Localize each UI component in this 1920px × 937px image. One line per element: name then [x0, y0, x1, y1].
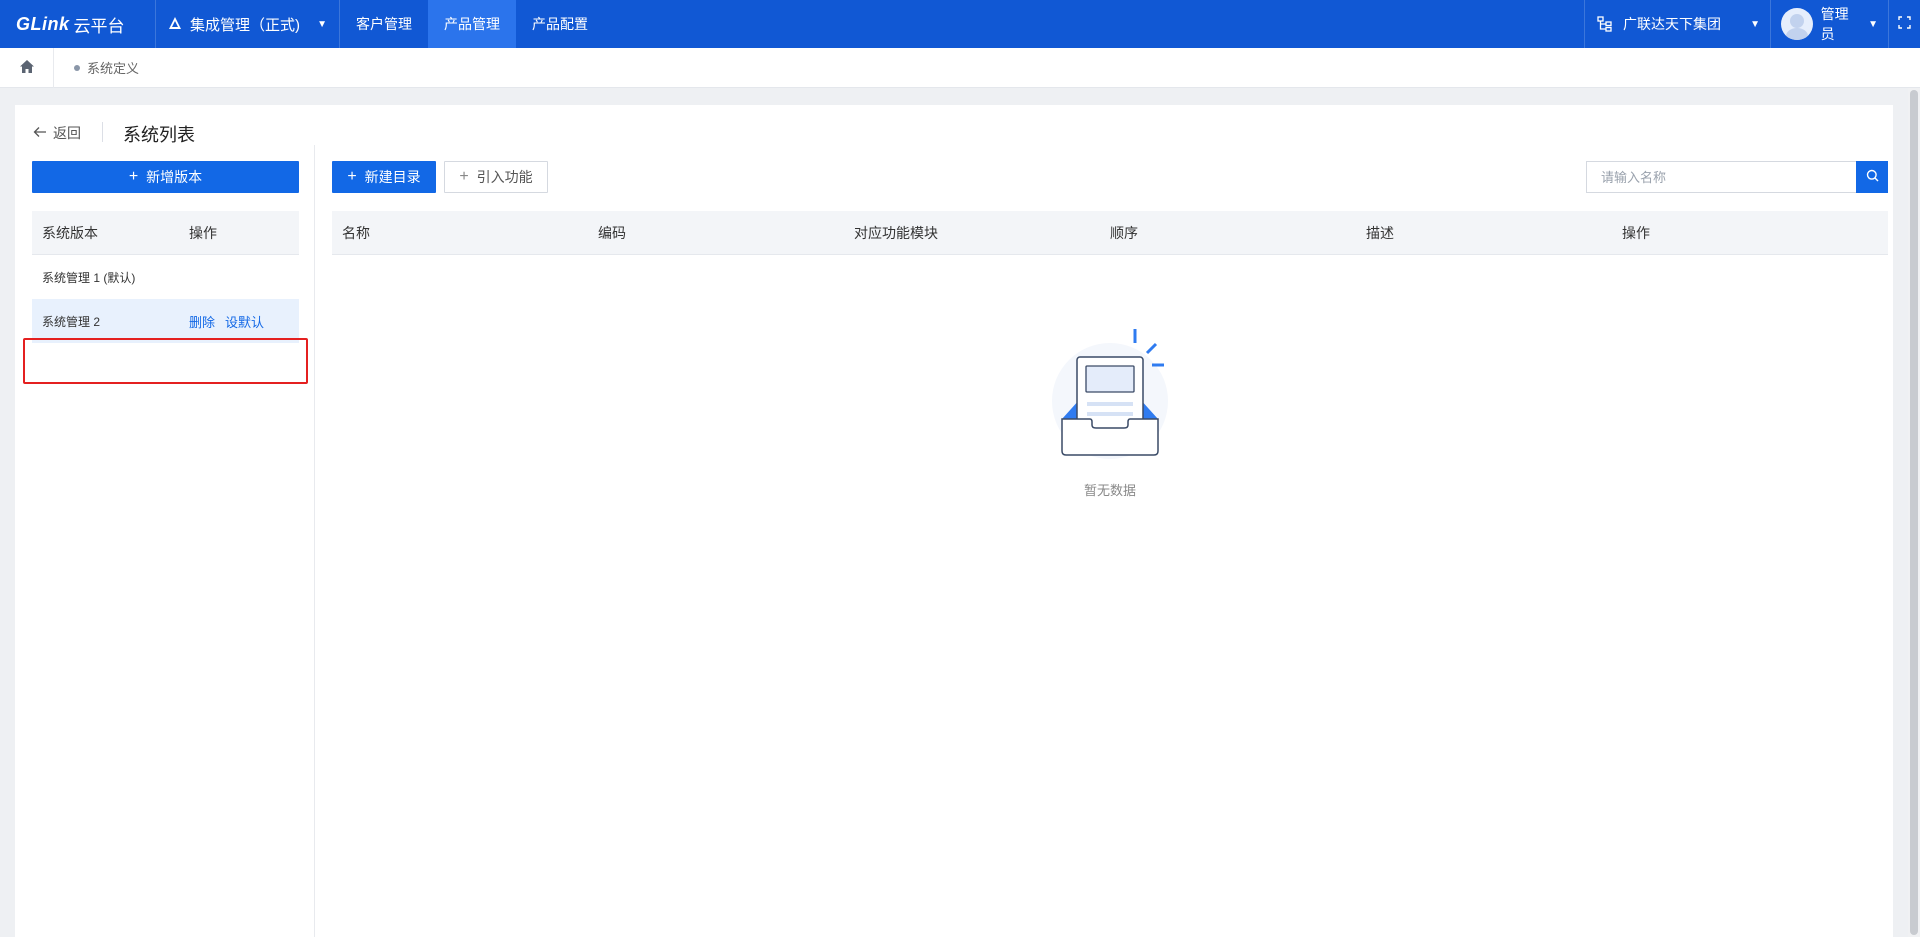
- new-directory-label: 新建目录: [364, 169, 421, 185]
- table-header: 名称 编码 对应功能模块 顺序 描述 操作: [332, 211, 1888, 255]
- version-name: 系统管理 2: [42, 314, 101, 329]
- import-function-button[interactable]: + 引入功能: [444, 161, 548, 193]
- page-scrollbar[interactable]: [1908, 88, 1920, 937]
- org-tree-icon: [1597, 16, 1613, 32]
- organization-select[interactable]: 广联达天下集团 ▼: [1584, 0, 1770, 48]
- breadcrumb: 系统定义: [0, 47, 1920, 88]
- table-row[interactable]: 系统管理 1 (默认): [32, 255, 299, 299]
- highlight-annotation: [23, 338, 308, 384]
- column-header-name: 名称: [342, 224, 370, 241]
- empty-inbox-icon: [1040, 321, 1180, 474]
- top-right-area: 广联达天下集团 ▼ 管理员 ▼: [1584, 0, 1920, 48]
- column-header-order: 顺序: [1110, 224, 1138, 241]
- delete-link[interactable]: 删除: [189, 312, 215, 331]
- column-header-actions: 操作: [1622, 224, 1650, 241]
- chevron-down-icon: ▼: [1868, 18, 1878, 30]
- arrow-left-icon: [33, 125, 47, 141]
- system-list-panel: + 新建目录 + 引入功能 名称 编码 对应功能模块 顺序 描述 操作: [315, 145, 1893, 937]
- breadcrumb-item[interactable]: 系统定义: [54, 58, 139, 77]
- chevron-down-icon: ▼: [317, 18, 327, 30]
- row-actions: 删除 设默认: [189, 312, 274, 331]
- main-card: 返回 系统列表 + 新增版本 系统版本 操作 系统管理 1 (默认) 系统管理 …: [15, 105, 1893, 937]
- environment-label: 集成管理（正式): [190, 16, 300, 34]
- user-menu[interactable]: 管理员 ▼: [1770, 0, 1888, 48]
- logo-brand: GLink: [16, 13, 70, 34]
- empty-text: 暂无数据: [1083, 483, 1136, 498]
- avatar: [1781, 8, 1813, 40]
- add-version-label: 新增版本: [146, 169, 203, 185]
- divider: [102, 122, 103, 142]
- search-button[interactable]: [1856, 161, 1888, 193]
- back-link[interactable]: 返回: [33, 123, 81, 143]
- dot-icon: [74, 64, 80, 71]
- page-title: 系统列表: [123, 125, 195, 145]
- column-header-description: 描述: [1366, 224, 1394, 241]
- add-version-button[interactable]: + 新增版本: [32, 161, 299, 193]
- fullscreen-button[interactable]: [1888, 0, 1920, 48]
- breadcrumb-current: 系统定义: [87, 61, 140, 76]
- search-box: [1586, 161, 1888, 193]
- plus-icon: +: [459, 168, 469, 185]
- environment-icon: [168, 16, 182, 33]
- fullscreen-icon: [1898, 16, 1911, 32]
- column-header-module: 对应功能模块: [854, 224, 938, 241]
- version-name: 系统管理 1 (默认): [42, 270, 136, 285]
- nav-item-customer[interactable]: 客户管理: [340, 0, 428, 48]
- chevron-down-icon: ▼: [1750, 18, 1760, 30]
- table-row-selected[interactable]: 系统管理 2 删除 设默认: [32, 299, 299, 343]
- plus-icon: +: [128, 168, 139, 185]
- organization-label: 广联达天下集团: [1623, 16, 1721, 32]
- logo[interactable]: GLink 云平台: [0, 0, 156, 48]
- nav-item-product-config[interactable]: 产品配置: [516, 0, 604, 48]
- set-default-link[interactable]: 设默认: [225, 312, 264, 331]
- new-directory-button[interactable]: + 新建目录: [332, 161, 436, 193]
- search-input[interactable]: [1586, 161, 1856, 193]
- import-function-label: 引入功能: [476, 169, 533, 185]
- search-icon: [1866, 169, 1879, 185]
- main-nav: 客户管理 产品管理 产品配置: [340, 0, 604, 48]
- table-header: 系统版本 操作: [32, 211, 299, 255]
- version-table: 系统版本 操作 系统管理 1 (默认) 系统管理 2 删除 设默认: [32, 211, 299, 343]
- scrollbar-thumb[interactable]: [1910, 90, 1918, 935]
- home-icon: [19, 59, 35, 77]
- plus-icon: +: [347, 168, 357, 185]
- column-header-actions: 操作: [189, 224, 217, 241]
- environment-select[interactable]: 集成管理（正式) ▼: [156, 0, 340, 48]
- back-label: 返回: [53, 125, 81, 141]
- nav-item-product[interactable]: 产品管理: [428, 0, 516, 48]
- column-header-code: 编码: [598, 224, 626, 241]
- system-table: 名称 编码 对应功能模块 顺序 描述 操作 暂无数据: [332, 211, 1888, 498]
- version-panel: + 新增版本 系统版本 操作 系统管理 1 (默认) 系统管理 2 删除 设默认: [15, 145, 315, 937]
- top-navigation-bar: GLink 云平台 集成管理（正式) ▼ 客户管理 产品管理 产品配置 广联达天…: [0, 0, 1920, 48]
- column-header-version: 系统版本: [42, 224, 98, 241]
- home-button[interactable]: [0, 47, 54, 88]
- empty-state: 暂无数据: [332, 321, 1888, 499]
- logo-suffix: 云平台: [73, 16, 125, 36]
- user-name: 管理员: [1820, 6, 1849, 42]
